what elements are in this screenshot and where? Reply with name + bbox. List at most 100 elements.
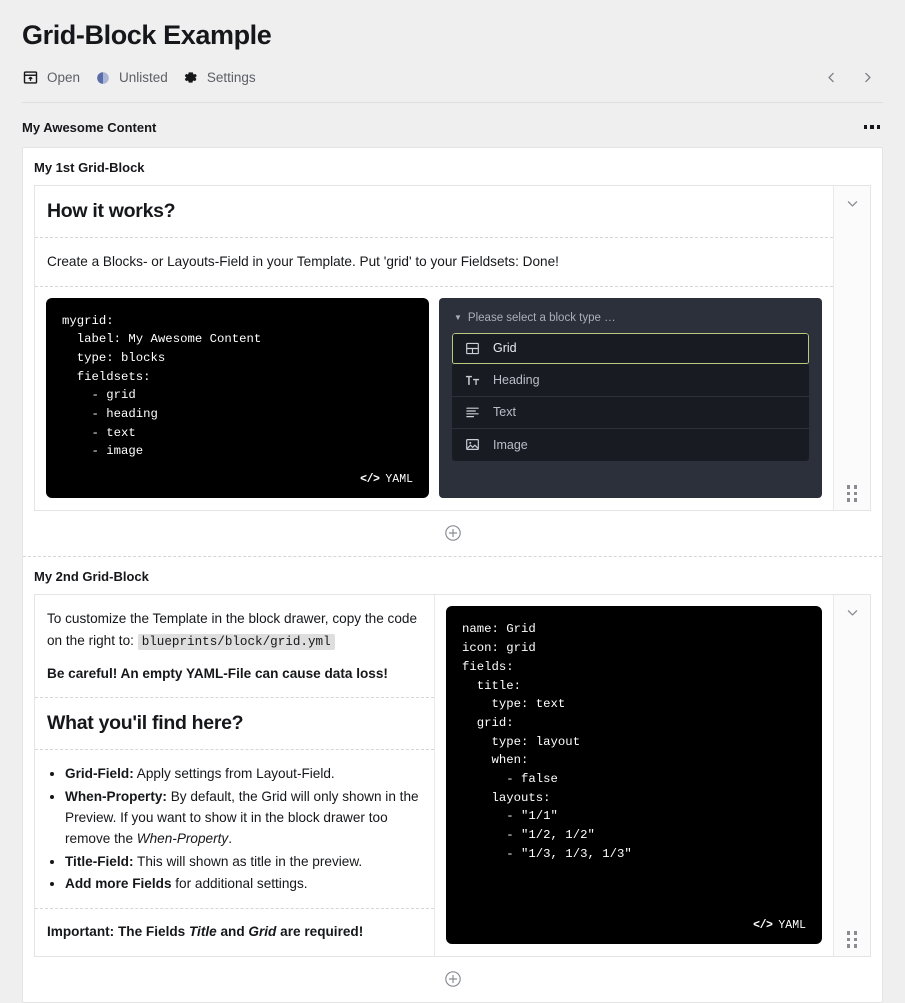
important-prefix: Important: The Fields <box>47 924 189 940</box>
chevron-down-icon <box>847 200 857 207</box>
heading-text: What you'il find here? <box>47 712 244 735</box>
block-content: To customize the Template in the block d… <box>34 594 871 958</box>
picker-item-label: Image <box>493 437 528 452</box>
add-block-row <box>34 957 871 1002</box>
list-item: Title-Field: This will shown as title in… <box>65 851 422 872</box>
block-type-picker: ▼ Please select a block type … Grid Head… <box>439 297 822 499</box>
status-button[interactable]: Unlisted <box>94 67 182 88</box>
text-lines-icon <box>464 404 480 420</box>
ellipsis-icon <box>863 125 881 129</box>
list-item-rest: for additional settings. <box>171 876 308 892</box>
header-pagination <box>821 68 883 88</box>
grid-block-icon <box>464 340 480 356</box>
field-label: My Awesome Content <box>22 119 157 135</box>
chevron-right-icon <box>864 72 871 83</box>
drag-handle-icon <box>846 485 858 502</box>
chevron-left-icon <box>827 72 834 83</box>
open-button-label: Open <box>47 70 81 86</box>
open-button[interactable]: Open <box>22 67 94 88</box>
gear-icon <box>182 69 199 86</box>
settings-button[interactable]: Settings <box>182 67 270 88</box>
page-title: Grid-Block Example <box>22 20 272 50</box>
open-preview-icon <box>22 69 39 86</box>
list-item-tail: . <box>228 831 232 847</box>
list-item: When-Property: By default, the Grid will… <box>65 786 422 850</box>
collapse-block-button[interactable] <box>834 186 870 220</box>
block-columns: To customize the Template in the block d… <box>35 595 833 957</box>
list-item-term: Title-Field: <box>65 853 134 869</box>
code-block-yaml[interactable]: mygrid: label: My Awesome Content type: … <box>46 297 429 499</box>
add-block-row <box>34 511 871 556</box>
block-item[interactable]: My 2nd Grid-Block To customize the Templ… <box>23 556 882 1002</box>
image-icon <box>464 437 480 453</box>
prev-page-button[interactable] <box>821 68 841 88</box>
list-item-term: Grid-Field: <box>65 766 134 782</box>
picker-label: Please select a block type … <box>467 311 616 324</box>
picker-item-text[interactable]: Text <box>452 396 809 429</box>
code-language-badge: </> YAML <box>753 907 806 934</box>
layout-column-left: mygrid: label: My Awesome Content type: … <box>46 297 429 499</box>
important-italic-title: Title <box>188 924 217 940</box>
plus-circle-icon <box>444 971 461 988</box>
important-italic-grid: Grid <box>248 924 277 940</box>
list-block[interactable]: Grid-Field: Apply settings from Layout-F… <box>35 749 434 908</box>
heading-text: How it works? <box>47 200 176 223</box>
text-block[interactable]: To customize the Template in the block d… <box>35 595 434 697</box>
picker-item-grid[interactable]: Grid <box>452 332 809 365</box>
list-item-rest: Apply settings from Layout-Field. <box>133 766 335 782</box>
blocks-list: My 1st Grid-Block How it works? Create a… <box>22 147 883 1003</box>
collapse-block-button[interactable] <box>834 595 870 629</box>
block-title: My 2nd Grid-Block <box>34 569 149 585</box>
block-column: How it works? Create a Blocks- or Layout… <box>35 186 833 510</box>
picker-label-row: ▼ Please select a block type … <box>454 312 809 324</box>
warning-text: Be careful! An empty YAML-File can cause… <box>47 666 388 682</box>
blueprint-path-code: blueprints/block/grid.yml <box>137 633 335 650</box>
settings-button-label: Settings <box>206 70 256 86</box>
heading-block[interactable]: How it works? <box>35 186 833 237</box>
list-item: Grid-Field: Apply settings from Layout-F… <box>65 763 422 784</box>
picker-item-heading[interactable]: Heading <box>452 364 809 397</box>
block-item[interactable]: My 1st Grid-Block How it works? Create a… <box>23 148 882 556</box>
text-block[interactable]: Create a Blocks- or Layouts-Field in you… <box>35 237 833 285</box>
important-text: Important: The Fields Title and Grid are… <box>47 921 422 942</box>
intro-text: Create a Blocks- or Layouts-Field in you… <box>47 254 559 270</box>
field-options-button[interactable] <box>861 117 883 137</box>
header-actions: Open Unlisted Settings <box>22 67 270 88</box>
list-item: Add more Fields for additional settings. <box>65 873 422 894</box>
code-block-yaml[interactable]: name: Grid icon: grid fields: title: typ… <box>446 606 822 945</box>
important-suffix: are required! <box>276 924 364 940</box>
code-text: mygrid: label: My Awesome Content type: … <box>62 313 262 459</box>
grid-layout-block: mygrid: label: My Awesome Content type: … <box>35 285 833 511</box>
block-title: My 1st Grid-Block <box>34 160 145 176</box>
important-block[interactable]: Important: The Fields Title and Grid are… <box>35 908 434 956</box>
feature-list: Grid-Field: Apply settings from Layout-F… <box>47 763 422 894</box>
block-controls <box>833 186 870 511</box>
code-cell: name: Grid icon: grid fields: title: typ… <box>435 595 833 956</box>
half-circle-status-icon <box>94 69 111 86</box>
drag-block-handle[interactable] <box>834 476 870 510</box>
block-content: How it works? Create a Blocks- or Layout… <box>34 185 871 512</box>
list-item-italic: When-Property <box>136 831 229 847</box>
picker-item-image[interactable]: Image <box>452 428 809 461</box>
picker-item-label: Heading <box>493 373 540 387</box>
list-item-term: When-Property: <box>65 788 167 804</box>
caret-down-icon: ▼ <box>454 312 462 322</box>
layout-column-right: ▼ Please select a block type … Grid Head… <box>439 297 822 499</box>
chevron-down-icon <box>847 610 857 616</box>
field-header: My Awesome Content <box>22 103 883 147</box>
block-controls <box>833 595 870 957</box>
drag-handle-icon <box>846 931 858 948</box>
block-columns: How it works? Create a Blocks- or Layout… <box>35 186 833 510</box>
drag-block-handle[interactable] <box>834 922 870 956</box>
add-block-button[interactable] <box>442 968 464 990</box>
list-item-term: Add more Fields <box>65 876 172 892</box>
block-column-left: To customize the Template in the block d… <box>35 595 434 956</box>
code-language-label: YAML <box>778 919 806 933</box>
heading-block[interactable]: What you'il find here? <box>35 697 434 749</box>
header-toolbar: Open Unlisted Settings <box>22 67 883 104</box>
customize-text: To customize the Template in the block d… <box>47 608 422 652</box>
add-block-button[interactable] <box>442 522 464 544</box>
code-language-label: YAML <box>385 473 413 486</box>
next-page-button[interactable] <box>857 68 877 88</box>
code-language-badge: </> YAML <box>360 461 413 488</box>
